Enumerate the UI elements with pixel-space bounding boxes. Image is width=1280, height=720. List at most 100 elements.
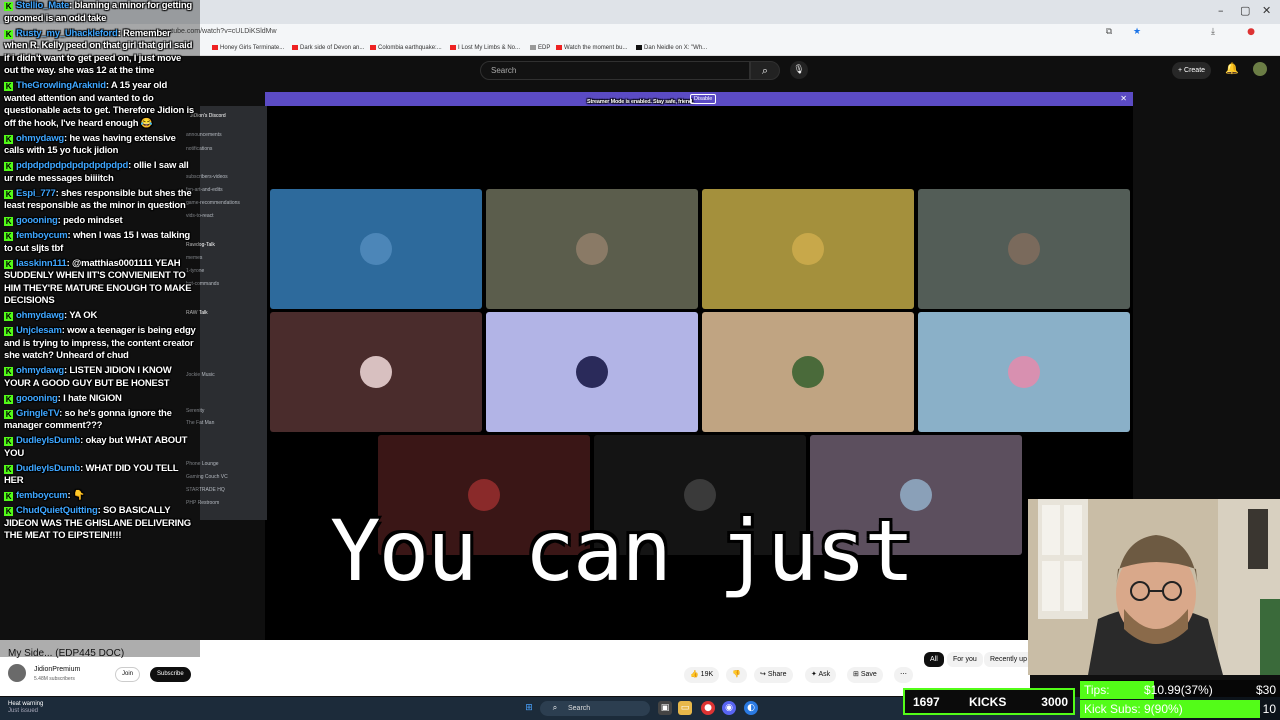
chat-username[interactable]: ohmydawg [16, 133, 64, 144]
maximize-icon[interactable]: ▢ [1240, 4, 1250, 17]
chat-message: K Espi_777: shes responsible but shes the… [0, 188, 200, 213]
extension-icon[interactable]: ⧉ [1104, 27, 1114, 37]
account-avatar[interactable] [1253, 62, 1267, 76]
weather-alert: Heat warning [8, 701, 44, 707]
kick-badge-icon: K [4, 507, 13, 516]
weather-status: Just issued [8, 708, 39, 714]
voice-participant-tile[interactable] [702, 189, 914, 309]
tips-label: Tips: [1084, 683, 1110, 697]
kick-badge-icon: K [4, 367, 13, 376]
chat-username[interactable]: Unjclesam [16, 325, 62, 336]
bookmark-label: Dan Neidle on X: "Wh... [644, 45, 708, 52]
kicks-goal-widget: 1697 KICKS 3000 [903, 688, 1075, 715]
chat-username[interactable]: Stellio_Mate [16, 0, 69, 11]
discord-icon[interactable]: ◉ [722, 701, 736, 715]
bookmark-label: I Lost My Limbs & No... [458, 45, 521, 52]
microphone-icon[interactable]: 🎙 [790, 61, 808, 79]
chat-username[interactable]: pdpdpdpdpdpdpdpdpdpd [16, 160, 128, 171]
chat-message: K DudleyIsDumb: WHAT DID YOU TELL HER [0, 463, 200, 488]
more-actions-icon[interactable]: ⋯ [894, 667, 913, 683]
bookmark-item[interactable]: Dark side of Devon an... [292, 45, 364, 51]
voice-participant-tile[interactable] [486, 189, 698, 309]
chat-username[interactable]: ohmydawg [16, 310, 64, 321]
chat-message: Kpdpdpdpdpdpdpdpdpdpd: ollie I saw all u… [0, 160, 200, 185]
chat-username[interactable]: DudleyIsDumb [16, 463, 80, 474]
kicks-label: KICKS [969, 695, 1007, 709]
weather-widget[interactable]: Heat warning Just issued [8, 701, 43, 715]
chat-message: Kgoooning: I hate NIGION [0, 393, 200, 406]
subs-value: 9(90%) [1144, 702, 1183, 716]
chat-username[interactable]: goooning [16, 393, 58, 404]
bookmark-item[interactable]: Watch the moment bu... [556, 45, 627, 51]
close-banner-icon[interactable]: ✕ [1120, 94, 1127, 103]
chat-username[interactable]: lasskinn111 [16, 258, 67, 269]
chip-recently-uploaded[interactable]: Recently up [984, 652, 1033, 667]
channel-name[interactable]: JidionPremium [34, 666, 80, 673]
kicks-goal: 3000 [1041, 695, 1068, 709]
participant-avatar [792, 233, 824, 265]
chip-all[interactable]: All [924, 652, 944, 667]
close-icon[interactable]: ✕ [1262, 4, 1271, 17]
kick-badge-icon: K [4, 259, 13, 269]
bookmark-item[interactable]: Dan Neidle on X: "Wh... [636, 45, 707, 51]
search-icon[interactable]: ⌕ [750, 61, 780, 80]
like-button[interactable]: 👍 19K [684, 667, 720, 683]
dislike-button[interactable]: 👎 [726, 667, 747, 683]
voice-participant-tile[interactable] [270, 189, 482, 309]
voice-participant-tile[interactable] [486, 312, 698, 432]
voice-participant-tile[interactable] [270, 312, 482, 432]
bookmark-item[interactable]: Colombia earthquake:... [370, 45, 442, 51]
like-count: 19K [700, 671, 714, 678]
disable-streamer-button[interactable]: Disable [690, 94, 717, 104]
save-icon: ⊞ [853, 671, 861, 678]
search-input[interactable]: Search [480, 61, 750, 80]
bookmark-item[interactable]: EDP [530, 45, 550, 51]
chat-username[interactable]: DudleyIsDumb [16, 435, 80, 446]
chip-for-you[interactable]: For you [947, 652, 983, 667]
kick-badge-icon: K [4, 29, 13, 39]
share-button[interactable]: ↪ Share [754, 667, 793, 683]
bookmark-item[interactable]: I Lost My Limbs & No... [450, 45, 520, 51]
app-icon[interactable]: ◐ [744, 701, 758, 715]
chat-username[interactable]: goooning [16, 215, 58, 226]
chat-username[interactable]: TheGrowlingAraknid [16, 80, 106, 91]
chat-username[interactable]: ChudQuietQuitting [16, 505, 98, 516]
discord-channel-list [200, 106, 267, 520]
file-explorer-icon[interactable]: ▭ [678, 701, 692, 715]
task-view-icon[interactable]: ▣ [658, 701, 672, 715]
participant-avatar [1008, 356, 1040, 388]
chrome-icon[interactable]: ● [701, 701, 715, 715]
chat-message: Kohmydawg: LISTEN JIDION I KNOW YOUR A G… [0, 365, 200, 390]
download-icon[interactable]: ⤓ [1208, 27, 1218, 37]
chat-username[interactable]: femboycum [16, 490, 68, 501]
chat-text: 👇 [72, 490, 85, 501]
chat-username[interactable]: Espi_777 [16, 188, 56, 199]
save-button[interactable]: ⊞ Save [847, 667, 883, 683]
webcam-overlay [1028, 499, 1280, 675]
minimize-icon[interactable]: – [1218, 4, 1224, 17]
notifications-bell-icon[interactable]: 🔔 [1225, 62, 1239, 75]
chat-username[interactable]: femboycum [16, 230, 68, 241]
voice-participant-tile[interactable] [918, 312, 1130, 432]
chat-message: K Rusty_my_Uhackleford: Remember when R. … [0, 28, 200, 78]
join-button[interactable]: Join [115, 667, 141, 682]
ask-button[interactable]: ✦ Ask [805, 667, 837, 683]
subscribe-button[interactable]: Subscribe [150, 667, 191, 682]
chat-text: pedo mindset [63, 215, 123, 226]
bookmark-item[interactable]: Honey Girls Terminate... [212, 45, 284, 51]
chat-message: Klasskinn111: @matthias0001111 YEAH SUDD… [0, 258, 200, 308]
subs-goal-row: Kick Subs: 9(90%) 10 [1080, 700, 1280, 718]
voice-participant-tile[interactable] [702, 312, 914, 432]
channel-avatar[interactable] [8, 664, 26, 682]
share-icon: ↪ [760, 671, 768, 678]
voice-participant-tile[interactable] [918, 189, 1130, 309]
chat-username[interactable]: Rusty_my_Uhackleford [16, 28, 118, 39]
search-placeholder: Search [491, 66, 517, 75]
chat-username[interactable]: GringleTV [16, 408, 59, 419]
create-button[interactable]: + Create [1172, 62, 1212, 79]
bookmark-star-icon[interactable]: ★ [1132, 27, 1142, 37]
windows-start-icon[interactable]: ⊞ [522, 701, 536, 715]
chat-username[interactable]: ohmydawg [16, 365, 64, 376]
profile-icon[interactable]: ● [1246, 27, 1256, 37]
bookmark-label: Colombia earthquake:... [378, 45, 442, 52]
